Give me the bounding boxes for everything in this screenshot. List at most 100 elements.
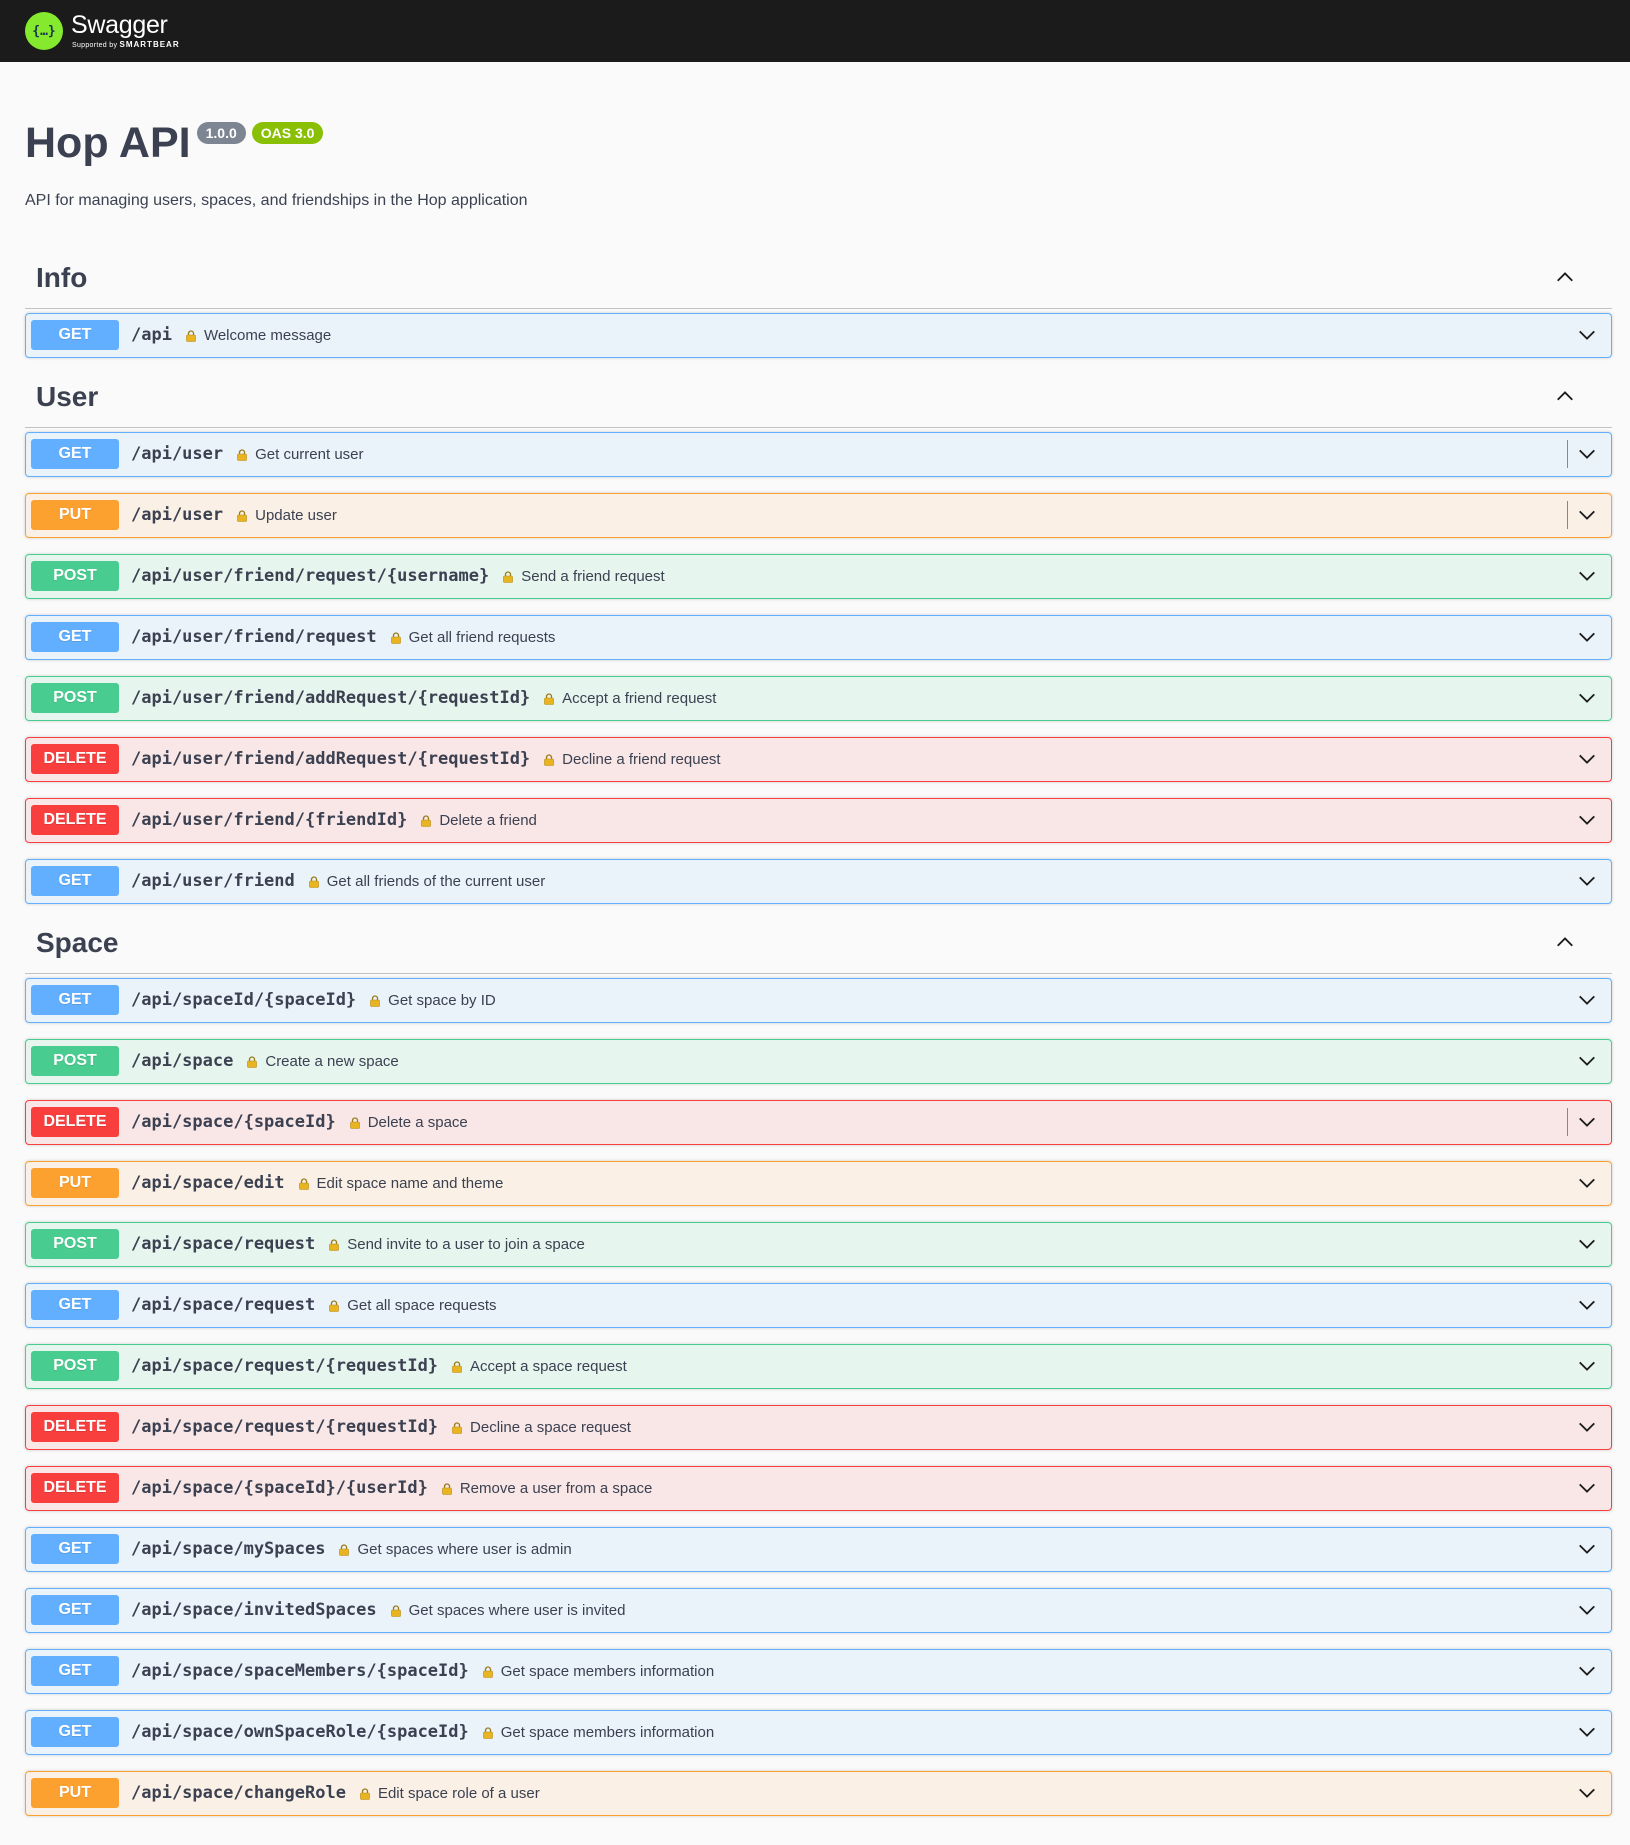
expand-chevron-down-icon[interactable]: [1576, 1416, 1598, 1438]
operation-put[interactable]: PUT/api/user Update user: [25, 492, 1612, 538]
operation-get[interactable]: GET/api/space/spaceMembers/{spaceId} Get …: [25, 1648, 1612, 1694]
lock-icon[interactable]: [329, 1238, 340, 1252]
tag-header-user[interactable]: User: [25, 367, 1612, 428]
expand-chevron-down-icon[interactable]: [1576, 1660, 1598, 1682]
expand-chevron-down-icon[interactable]: [1576, 1599, 1598, 1621]
tag-name: User: [36, 380, 99, 412]
collapse-chevron-up-icon[interactable]: [1554, 932, 1576, 954]
operation-get[interactable]: GET/api/user Get current user: [25, 431, 1612, 477]
operation-delete[interactable]: DELETE/api/user/friend/{friendId} Delete …: [25, 797, 1612, 843]
tag-header-info[interactable]: Info: [25, 248, 1612, 309]
lock-icon[interactable]: [237, 448, 247, 462]
operation-path: /api/space/request: [131, 1234, 316, 1255]
method-badge: PUT: [31, 500, 119, 531]
method-badge: GET: [31, 1656, 119, 1687]
operation-get[interactable]: GET/api/space/mySpaces Get spaces where u…: [25, 1526, 1612, 1572]
expand-chevron-down-icon[interactable]: [1567, 440, 1598, 469]
lock-icon[interactable]: [544, 692, 554, 706]
lock-icon[interactable]: [349, 1116, 360, 1130]
lock-icon[interactable]: [421, 814, 432, 828]
expand-chevron-down-icon[interactable]: [1576, 1477, 1598, 1499]
expand-chevron-down-icon[interactable]: [1576, 1172, 1598, 1194]
operation-summary: Accept a friend request: [562, 689, 717, 707]
expand-chevron-down-icon[interactable]: [1576, 1233, 1598, 1255]
operation-summary: Edit space name and theme: [316, 1174, 504, 1192]
oas-badge: OAS 3.0: [251, 122, 324, 144]
operation-get[interactable]: GET/api/user/friend/request Get all frien…: [25, 614, 1612, 660]
operation-summary: Send a friend request: [521, 567, 665, 585]
lock-icon[interactable]: [482, 1665, 493, 1679]
operation-summary: Get space by ID: [388, 991, 496, 1009]
method-badge: POST: [31, 1229, 119, 1260]
lock-icon[interactable]: [390, 631, 401, 645]
operation-summary: Delete a space: [367, 1113, 468, 1131]
operation-get[interactable]: GET/api/space/invitedSpaces Get spaces wh…: [25, 1587, 1612, 1633]
operation-get[interactable]: GET/api Welcome message: [25, 312, 1612, 358]
expand-chevron-down-icon[interactable]: [1576, 324, 1598, 346]
lock-icon[interactable]: [329, 1299, 340, 1313]
expand-chevron-down-icon[interactable]: [1576, 1721, 1598, 1743]
expand-chevron-down-icon[interactable]: [1576, 1355, 1598, 1377]
method-badge: POST: [31, 1351, 119, 1382]
expand-chevron-down-icon[interactable]: [1567, 1108, 1598, 1137]
lock-icon[interactable]: [390, 1604, 401, 1618]
expand-chevron-down-icon[interactable]: [1576, 1050, 1598, 1072]
operation-post[interactable]: POST/api/user/friend/request/{username} S…: [25, 553, 1612, 599]
expand-chevron-down-icon[interactable]: [1576, 1538, 1598, 1560]
operation-get[interactable]: GET/api/space/request Get all space reque…: [25, 1282, 1612, 1328]
operation-path: /api/space: [131, 1051, 234, 1072]
operation-delete[interactable]: DELETE/api/space/request/{requestId} Decl…: [25, 1404, 1612, 1450]
lock-icon[interactable]: [339, 1543, 350, 1557]
operation-path: /api/user: [131, 444, 224, 465]
expand-chevron-down-icon[interactable]: [1576, 687, 1598, 709]
lock-icon[interactable]: [482, 1726, 493, 1740]
operation-path: /api/space/invitedSpaces: [131, 1600, 377, 1621]
lock-icon[interactable]: [544, 753, 554, 767]
brand-supported-by: Supported by SMARTBEAR: [72, 40, 180, 50]
topbar: {…} Swagger Supported by SMARTBEAR: [0, 0, 1630, 62]
lock-icon[interactable]: [247, 1055, 258, 1069]
operation-delete[interactable]: DELETE/api/space/{spaceId} Delete a space: [25, 1099, 1612, 1145]
operation-post[interactable]: POST/api/user/friend/addRequest/{request…: [25, 675, 1612, 721]
lock-icon[interactable]: [370, 994, 380, 1008]
method-badge: GET: [31, 866, 119, 897]
lock-icon[interactable]: [360, 1787, 370, 1801]
lock-icon[interactable]: [503, 570, 514, 584]
operation-put[interactable]: PUT/api/space/changeRole Edit space role …: [25, 1770, 1612, 1816]
method-badge: DELETE: [31, 1412, 119, 1443]
operation-post[interactable]: POST/api/space/request Send invite to a u…: [25, 1221, 1612, 1267]
expand-chevron-down-icon[interactable]: [1576, 565, 1598, 587]
operation-post[interactable]: POST/api/space Create a new space: [25, 1038, 1612, 1084]
collapse-chevron-up-icon[interactable]: [1554, 267, 1576, 289]
expand-chevron-down-icon[interactable]: [1576, 870, 1598, 892]
operation-get[interactable]: GET/api/user/friend Get all friends of th…: [25, 858, 1612, 904]
lock-icon[interactable]: [442, 1482, 452, 1496]
operation-post[interactable]: POST/api/space/request/{requestId} Accept…: [25, 1343, 1612, 1389]
operation-delete[interactable]: DELETE/api/space/{spaceId}/{userId} Remov…: [25, 1465, 1612, 1511]
expand-chevron-down-icon[interactable]: [1576, 989, 1598, 1011]
operation-put[interactable]: PUT/api/space/edit Edit space name and th…: [25, 1160, 1612, 1206]
lock-icon[interactable]: [452, 1360, 462, 1374]
expand-chevron-down-icon[interactable]: [1576, 809, 1598, 831]
operation-summary: Decline a space request: [470, 1418, 631, 1436]
lock-icon[interactable]: [452, 1421, 462, 1435]
operation-delete[interactable]: DELETE/api/user/friend/addRequest/{reque…: [25, 736, 1612, 782]
expand-chevron-down-icon[interactable]: [1576, 748, 1598, 770]
lock-icon[interactable]: [237, 509, 247, 523]
swagger-logo[interactable]: {…} Swagger Supported by SMARTBEAR: [25, 12, 180, 50]
method-badge: DELETE: [31, 1107, 119, 1138]
tag-header-space[interactable]: Space: [25, 913, 1612, 974]
method-badge: DELETE: [31, 805, 119, 836]
operation-path: /api/space/mySpaces: [131, 1539, 326, 1560]
expand-chevron-down-icon[interactable]: [1576, 1782, 1598, 1804]
lock-icon[interactable]: [186, 329, 196, 343]
expand-chevron-down-icon[interactable]: [1567, 501, 1598, 530]
api-info: Hop API 1.0.0 OAS 3.0 API for managing u…: [25, 62, 1612, 210]
collapse-chevron-up-icon[interactable]: [1554, 386, 1576, 408]
operation-get[interactable]: GET/api/spaceId/{spaceId} Get space by ID: [25, 977, 1612, 1023]
operation-get[interactable]: GET/api/space/ownSpaceRole/{spaceId} Get …: [25, 1709, 1612, 1755]
lock-icon[interactable]: [308, 875, 319, 889]
lock-icon[interactable]: [298, 1177, 309, 1191]
expand-chevron-down-icon[interactable]: [1576, 1294, 1598, 1316]
expand-chevron-down-icon[interactable]: [1576, 626, 1598, 648]
